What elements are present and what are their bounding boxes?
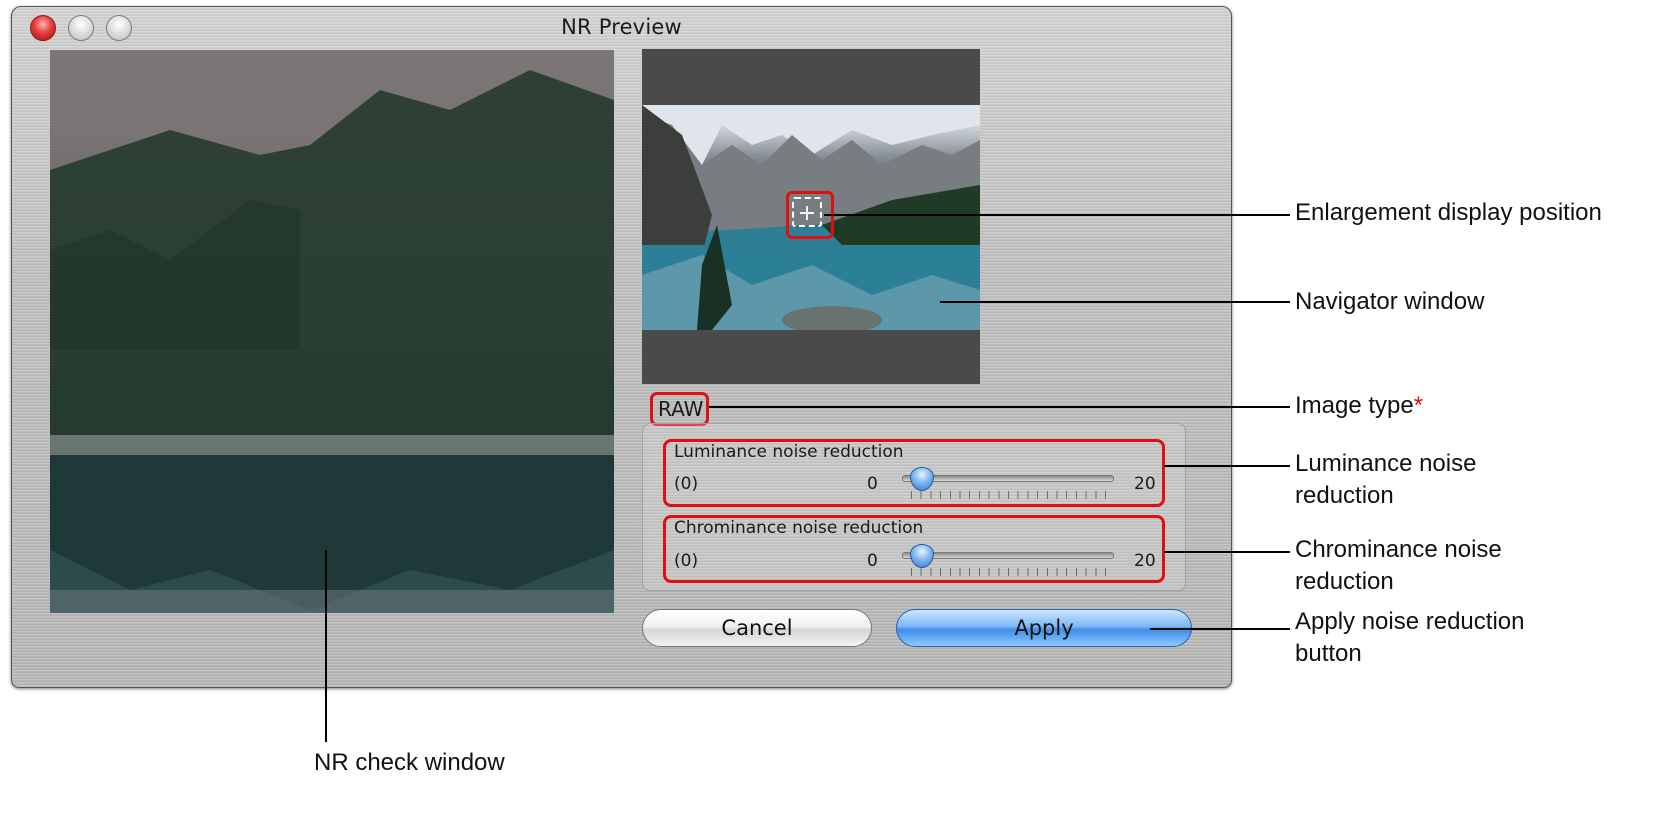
navigator-leader-line: [940, 301, 1290, 303]
image-type-footnote-mark: *: [1413, 392, 1424, 419]
image-type-label: RAW: [658, 397, 704, 421]
image-type-callout-text: Image type: [1295, 392, 1414, 419]
chrominance-slider-ticks: [911, 568, 1106, 576]
enlargement-callout: Enlargement display position: [1295, 199, 1602, 226]
luminance-callout: Luminance noise reduction: [1295, 450, 1477, 509]
chrominance-min: 0: [867, 551, 878, 571]
image-type-callout: Image type*: [1295, 390, 1423, 422]
luminance-leader-line: [1164, 465, 1290, 467]
luminance-slider-thumb[interactable]: [910, 467, 934, 491]
navigator-window[interactable]: +: [642, 49, 980, 384]
title-bar[interactable]: NR Preview: [12, 7, 1231, 47]
chrominance-callout: Chrominance noise reduction: [1295, 536, 1502, 595]
luminance-slider-ticks: [911, 491, 1106, 499]
apply-leader-line: [1150, 628, 1290, 630]
luminance-current-value: (0): [674, 474, 699, 494]
image-type-leader-line: [709, 406, 1290, 408]
nr-check-window[interactable]: [50, 50, 614, 613]
chrominance-leader-line: [1164, 551, 1290, 553]
apply-button[interactable]: Apply: [896, 609, 1192, 647]
navigator-thumbnail[interactable]: +: [642, 105, 980, 330]
chrominance-slider[interactable]: [902, 544, 1114, 580]
apply-callout: Apply noise reduction button: [1295, 608, 1525, 667]
chrominance-label: Chrominance noise reduction: [674, 518, 924, 538]
luminance-max: 20: [1134, 474, 1156, 494]
cancel-button[interactable]: Cancel: [642, 609, 872, 647]
nr-check-callout: NR check window: [314, 749, 505, 776]
luminance-slider[interactable]: [902, 467, 1114, 503]
chrominance-slider-thumb[interactable]: [910, 544, 934, 568]
navigator-callout: Navigator window: [1295, 288, 1485, 315]
enlargement-leader-line: [824, 214, 1290, 216]
enlargement-position-icon[interactable]: +: [792, 197, 822, 227]
nr-check-photo: [50, 70, 614, 613]
window-title: NR Preview: [561, 15, 682, 39]
luminance-label: Luminance noise reduction: [674, 442, 904, 462]
chrominance-current-value: (0): [674, 551, 699, 571]
nr-check-leader-line: [325, 550, 327, 742]
luminance-min: 0: [867, 474, 878, 494]
chrominance-max: 20: [1134, 551, 1156, 571]
nr-preview-window: NR Preview + RAW Luminance noise reducti…: [11, 6, 1232, 688]
